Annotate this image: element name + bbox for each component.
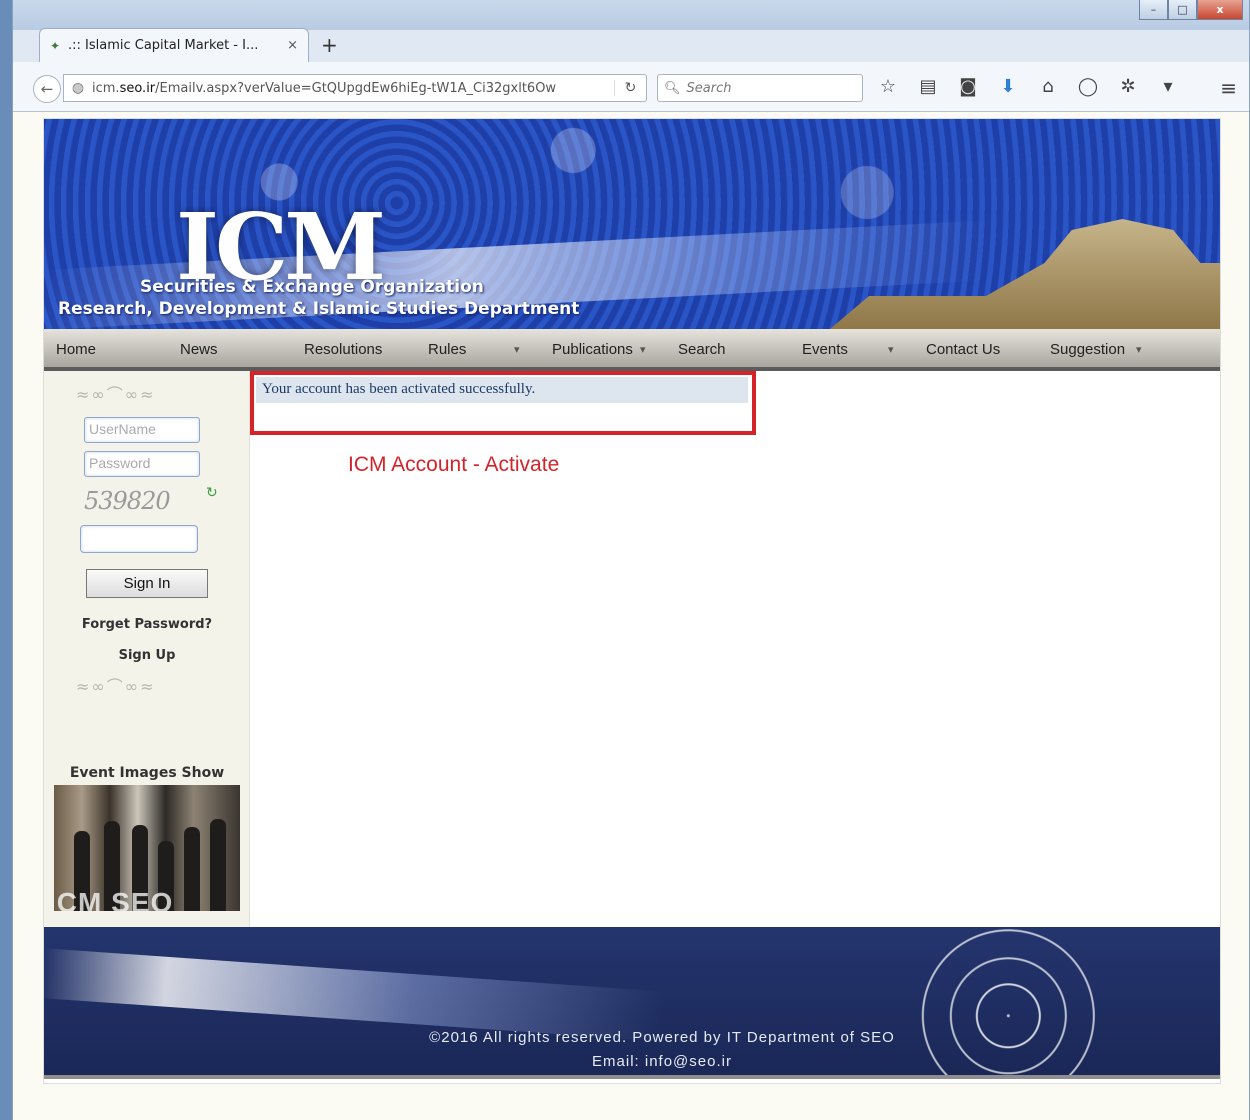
tab-close-icon[interactable]: × [287, 38, 298, 53]
menu-item-home[interactable]: Home [56, 341, 96, 358]
search-input[interactable]: 🔍︎ Search [657, 74, 863, 102]
menu-item-events[interactable]: Events [802, 341, 848, 358]
browser-tab[interactable]: ✦ .:: Islamic Capital Market - I... × [39, 28, 309, 62]
department-name: Research, Development & Islamic Studies … [58, 299, 580, 319]
url-text[interactable]: icm.seo.ir/Emailv.aspx?verValue=GtQUpgdE… [92, 81, 614, 96]
browser-window: – □ x ✦ .:: Islamic Capital Market - I..… [12, 0, 1250, 1120]
search-icon: 🔍︎ [664, 80, 681, 96]
site-container: ICM Securities & Exchange Organization R… [43, 118, 1221, 1084]
reload-icon[interactable]: ↻ [614, 80, 646, 96]
globe-icon: ◍ [71, 80, 85, 96]
extension-icon[interactable]: ✲ [1117, 76, 1139, 97]
footer: ©2016 All rights reserved. Powered by IT… [44, 927, 1220, 1079]
event-image-caption: ICM SEO [54, 887, 174, 911]
toolbar-icons: ☆ ▤ ◙ ⬇ ⌂ ◯ ✲ ▾ [877, 76, 1179, 97]
main-content: Your account has been activated successf… [250, 371, 1222, 927]
ornament-divider: ≈∞⌒∞≈ [76, 385, 156, 404]
reading-list-icon[interactable]: ▤ [917, 76, 939, 97]
event-photo-figure [184, 827, 200, 911]
new-tab-button[interactable]: + [321, 33, 338, 57]
download-icon[interactable]: ⬇ [997, 76, 1019, 97]
chat-icon[interactable]: ◯ [1077, 76, 1099, 97]
chevron-down-icon: ▾ [888, 343, 894, 356]
sign-up-link[interactable]: Sign Up [44, 648, 250, 663]
event-image[interactable]: ICM SEO [54, 785, 240, 911]
chevron-down-icon[interactable]: ▾ [1157, 76, 1179, 97]
navigation-toolbar: ← ◍ icm.seo.ir/Emailv.aspx?verValue=GtQU… [13, 62, 1249, 112]
address-bar[interactable]: ◍ icm.seo.ir/Emailv.aspx?verValue=GtQUpg… [63, 74, 647, 102]
success-message: Your account has been activated successf… [256, 377, 748, 403]
menu-item-suggestion[interactable]: Suggestion [1050, 341, 1125, 358]
pocket-icon[interactable]: ◙ [957, 76, 979, 97]
footer-email[interactable]: Email: info@seo.ir [44, 1053, 1220, 1070]
tab-title: .:: Islamic Capital Market - I... [68, 38, 259, 53]
ornament-divider: ≈∞⌒∞≈ [76, 677, 156, 696]
organization-name: Securities & Exchange Organization [140, 277, 484, 297]
refresh-captcha-icon[interactable]: ↻ [206, 485, 218, 501]
chevron-down-icon: ▾ [1136, 343, 1142, 356]
menu-item-contact-us[interactable]: Contact Us [926, 341, 1000, 358]
menu-item-news[interactable]: News [180, 341, 218, 358]
menu-item-resolutions[interactable]: Resolutions [304, 341, 382, 358]
username-field[interactable]: UserName [84, 417, 200, 443]
home-icon[interactable]: ⌂ [1037, 76, 1059, 97]
menu-item-search[interactable]: Search [678, 341, 726, 358]
window-controls: – □ x [1139, 0, 1243, 20]
chevron-down-icon: ▾ [640, 343, 646, 356]
minimize-button[interactable]: – [1139, 0, 1168, 20]
event-photo-figure [210, 819, 226, 911]
header-banner: ICM Securities & Exchange Organization R… [44, 119, 1220, 329]
event-images-title: Event Images Show [69, 765, 225, 781]
bookmark-star-icon[interactable]: ☆ [877, 76, 899, 97]
back-arrow-icon[interactable]: ← [33, 75, 61, 103]
page-title: ICM Account - Activate [348, 453, 560, 476]
menu-item-rules[interactable]: Rules [428, 341, 466, 358]
chevron-down-icon: ▾ [514, 343, 520, 356]
captcha-input[interactable] [80, 525, 198, 553]
copyright-text: ©2016 All rights reserved. Powered by IT… [429, 1029, 895, 1046]
site-favicon-icon: ✦ [50, 38, 61, 53]
sidebar: ≈∞⌒∞≈ UserName Password 539820 ↻ Sign In… [44, 371, 250, 927]
sign-in-button[interactable]: Sign In [86, 569, 208, 598]
close-window-button[interactable]: x [1197, 0, 1243, 20]
hamburger-menu-icon[interactable]: ≡ [1220, 76, 1237, 100]
password-field[interactable]: Password [84, 451, 200, 477]
menu-item-publications[interactable]: Publications [552, 341, 633, 358]
captcha-image: 539820 [84, 487, 171, 515]
title-bar: – □ x [13, 0, 1249, 30]
maximize-button[interactable]: □ [1168, 0, 1197, 20]
main-menu: Home News Resolutions Rules ▾ Publicatio… [44, 329, 1220, 371]
page-viewport: ICM Securities & Exchange Organization R… [13, 112, 1249, 1120]
forget-password-link[interactable]: Forget Password? [44, 617, 250, 632]
search-placeholder: Search [686, 80, 732, 96]
